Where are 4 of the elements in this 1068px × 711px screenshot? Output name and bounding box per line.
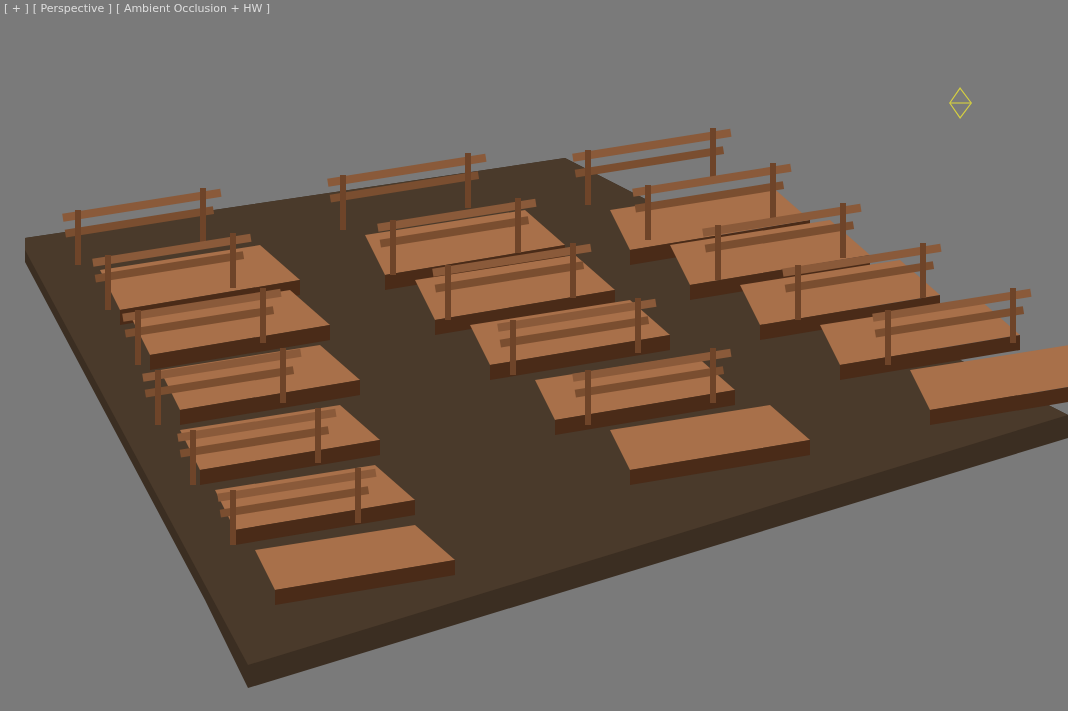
viewport-label-menu[interactable]: [ Ambient Occlusion + HW ]	[116, 2, 271, 16]
viewport-label-menu[interactable]: [ + ]	[4, 2, 29, 16]
viewport-label-menu[interactable]: [ Perspective ]	[32, 2, 113, 16]
light-gizmo-icon	[947, 86, 975, 120]
